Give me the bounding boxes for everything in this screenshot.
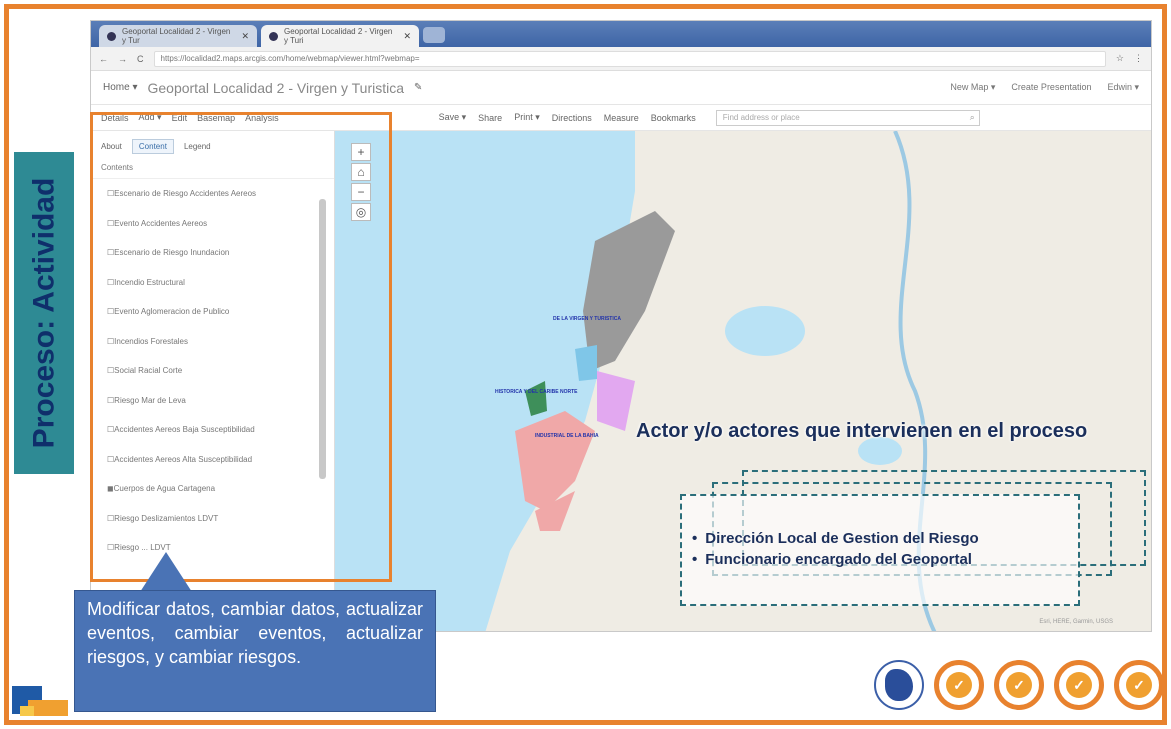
process-side-title: Proceso: Actividad [27, 177, 61, 449]
bookmarks-button[interactable]: Bookmarks [651, 113, 696, 123]
check-icon: ✓ [1066, 672, 1092, 698]
back-icon[interactable]: ← [99, 54, 108, 64]
certification-logo: ✓ [934, 660, 984, 710]
map-title: Geoportal Localidad 2 - Virgen y Turisti… [147, 79, 405, 96]
share-button[interactable]: Share [478, 113, 502, 123]
check-icon: ✓ [1006, 672, 1032, 698]
search-placeholder: Find address or place [722, 112, 800, 122]
url-text: https://localidad2.maps.arcgis.com/home/… [160, 54, 420, 63]
map-label: INDUSTRIAL DE LA BAHIA [535, 433, 599, 439]
browser-tab-2[interactable]: Geoportal Localidad 2 - Virgen y Turi ✕ [261, 25, 419, 47]
browser-tab-1[interactable]: Geoportal Localidad 2 - Virgen y Tur ✕ [99, 25, 257, 47]
new-map-link[interactable]: New Map ▾ [950, 82, 995, 93]
forward-icon[interactable]: → [118, 54, 127, 64]
create-presentation-link[interactable]: Create Presentation [1011, 82, 1091, 93]
new-tab-button[interactable] [423, 27, 445, 43]
actors-list: Dirección Local de Gestion del Riesgo Fu… [680, 494, 1080, 606]
map-label: HISTORICA Y DEL CARIBE NORTE [495, 389, 578, 395]
directions-button[interactable]: Directions [552, 113, 592, 123]
actor-item: Funcionario encargado del Geoportal [692, 551, 1078, 568]
lagoon [725, 306, 805, 356]
home-menu[interactable]: Home ▾ [103, 82, 137, 93]
star-icon[interactable]: ☆ [1116, 53, 1124, 64]
reload-icon[interactable]: C [137, 54, 144, 64]
address-bar: ← → C https://localidad2.maps.arcgis.com… [91, 47, 1151, 71]
certification-logo: ✓ [1054, 660, 1104, 710]
map-attribution: Esri, HERE, Garmin, USGS [1039, 619, 1113, 625]
browser-tab-label: Geoportal Localidad 2 - Virgen y Turi [284, 27, 393, 45]
browser-tabstrip: Geoportal Localidad 2 - Virgen y Tur ✕ G… [91, 21, 1151, 47]
corner-decoration [28, 700, 68, 716]
edit-title-icon[interactable]: ✎ [414, 82, 422, 93]
certification-logo: ✓ [994, 660, 1044, 710]
callout-pointer [140, 552, 192, 592]
process-side-tab: Proceso: Actividad [14, 152, 74, 474]
search-icon[interactable]: ⌕ [970, 112, 975, 123]
favicon-icon [269, 31, 278, 41]
toolbar-right: Save ▾ Share Print ▾ Directions Measure … [439, 109, 980, 126]
actor-item: Dirección Local de Gestion del Riesgo [692, 530, 1078, 547]
corner-decoration [20, 706, 34, 716]
close-icon[interactable]: ✕ [241, 31, 249, 42]
map-label: DE LA VIRGEN Y TURISTICA [553, 316, 621, 322]
certification-logos: ✓ ✓ ✓ ✓ [874, 660, 1164, 710]
browser-tab-label: Geoportal Localidad 2 - Virgen y Tur [122, 27, 231, 45]
seal-logo [874, 660, 924, 710]
save-button[interactable]: Save ▾ [439, 112, 467, 123]
app-header: Home ▾ Geoportal Localidad 2 - Virgen y … [91, 71, 1151, 105]
print-button[interactable]: Print ▾ [514, 112, 540, 123]
activity-callout: Modificar datos, cambiar datos, actualiz… [74, 590, 436, 712]
close-icon[interactable]: ✕ [403, 31, 411, 42]
content-panel-highlight [90, 112, 392, 582]
favicon-icon [107, 31, 116, 41]
url-field[interactable]: https://localidad2.maps.arcgis.com/home/… [153, 50, 1106, 67]
certification-logo: ✓ [1114, 660, 1164, 710]
header-links: New Map ▾ Create Presentation Edwin ▾ [950, 82, 1139, 93]
check-icon: ✓ [946, 672, 972, 698]
measure-button[interactable]: Measure [604, 113, 639, 123]
check-icon: ✓ [1126, 672, 1152, 698]
map-search-input[interactable]: Find address or place ⌕ [715, 109, 980, 126]
map-emblem-icon [885, 669, 913, 701]
user-menu[interactable]: Edwin ▾ [1107, 82, 1139, 93]
actors-title: Actor y/o actores que intervienen en el … [636, 420, 1088, 442]
menu-icon[interactable]: ⋮ [1134, 53, 1143, 64]
